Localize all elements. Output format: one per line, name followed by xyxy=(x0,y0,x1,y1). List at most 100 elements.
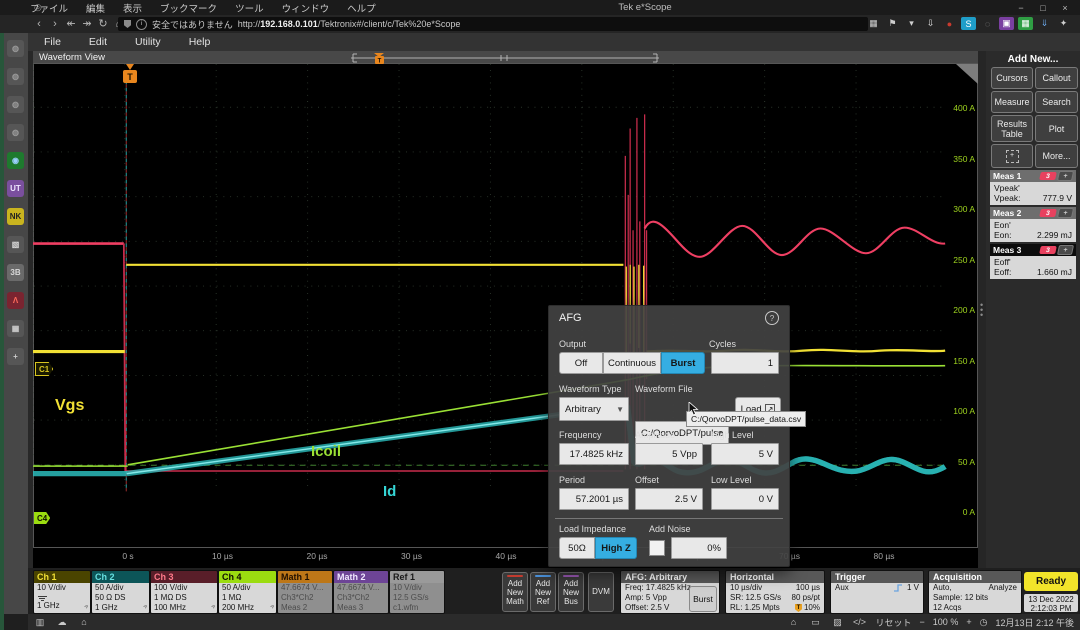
more-button[interactable]: More... xyxy=(1035,144,1078,168)
horizontal-badge[interactable]: Horizontal 10 µs/div100 µs SR: 12.5 GS/s… xyxy=(725,570,825,614)
side-tab-4[interactable]: ◍ xyxy=(7,124,24,141)
menu-edit[interactable]: Edit xyxy=(89,36,107,48)
impedance-50-button[interactable]: 50Ω xyxy=(559,537,595,559)
skype-icon[interactable]: S xyxy=(961,17,976,30)
taskbar-left-icon-2[interactable]: ⌂ xyxy=(76,617,92,627)
drag-handle-icon[interactable]: ••• xyxy=(980,303,983,318)
zoom-corner-handle[interactable] xyxy=(956,64,978,84)
ref1-badge[interactable]: Ref 1 10 V/div12.5 GS/s c1.wfm xyxy=(389,570,445,614)
taskbar-left-icon-1[interactable]: ☁ xyxy=(54,617,70,628)
side-tab-ut[interactable]: UT xyxy=(7,180,24,197)
frequency-input[interactable]: 17.4825 kHz xyxy=(559,443,629,465)
maximize-button[interactable]: □ xyxy=(1032,3,1054,13)
minimize-button[interactable]: − xyxy=(1010,3,1032,13)
ch2-badge[interactable]: Ch 2 50 A/div50 Ω DS 1 GHz» xyxy=(91,570,150,614)
info-icon[interactable]: i xyxy=(136,19,147,30)
side-tab-3b[interactable]: 3B xyxy=(7,264,24,281)
measure-button[interactable]: Measure xyxy=(991,91,1033,113)
taskbar-right-icon-2[interactable]: ▨ xyxy=(830,617,846,628)
zoom-select-button[interactable]: + xyxy=(991,144,1033,168)
download-icon[interactable]: ⇩ xyxy=(923,17,938,30)
save-page-icon[interactable]: ⇓ xyxy=(1037,17,1052,30)
meas1-count-pill[interactable]: 3 xyxy=(1039,172,1057,180)
back-icon[interactable]: ‹ xyxy=(32,16,46,32)
add-new-bus-button[interactable]: AddNewBus xyxy=(558,572,584,612)
browser-menu-1[interactable]: 編集 xyxy=(86,1,105,15)
afg-badge[interactable]: AFG: Arbitrary Freq: 17.4825 kHzAmp: 5 V… xyxy=(620,570,720,614)
taskbar-right-icon-1[interactable]: ▭ xyxy=(808,617,824,628)
high-level-input[interactable]: 5 V xyxy=(711,443,779,465)
caret-down-icon[interactable]: ▾ xyxy=(904,17,919,30)
output-burst-button[interactable]: Burst xyxy=(661,352,705,374)
extension-icon[interactable]: ✦ xyxy=(1056,17,1071,30)
acquisition-minimap[interactable]: T xyxy=(345,52,665,64)
low-level-input[interactable]: 0 V xyxy=(711,488,779,510)
close-button[interactable]: × xyxy=(1054,3,1076,13)
menu-utility[interactable]: Utility xyxy=(135,36,161,48)
browser-menu-3[interactable]: ブックマーク xyxy=(160,1,217,15)
acquisition-badge[interactable]: Acquisition Auto,Analyze Sample: 12 bits… xyxy=(928,570,1022,614)
meas1-add-pill[interactable]: + xyxy=(1057,171,1074,181)
browser-menu-2[interactable]: 表示 xyxy=(123,1,142,15)
browser-menu-4[interactable]: ツール xyxy=(235,1,264,15)
last-page-icon[interactable]: ↠ xyxy=(80,16,94,32)
reload-icon[interactable]: ↻ xyxy=(96,16,110,32)
browser-menu-6[interactable]: ヘルプ xyxy=(347,1,376,15)
meas3-add-pill[interactable]: + xyxy=(1057,245,1074,255)
impedance-highz-button[interactable]: High Z xyxy=(595,537,637,559)
ghost-icon[interactable]: ◌ xyxy=(980,17,995,30)
adblock-icon[interactable]: ● xyxy=(942,17,957,30)
browser-menu-5[interactable]: ウィンドウ xyxy=(282,1,330,15)
bookmark-icon[interactable]: ⚑ xyxy=(885,17,900,30)
ch4-badge[interactable]: Ch 4 50 A/div1 MΩ 200 MHz» xyxy=(218,570,277,614)
menu-help[interactable]: Help xyxy=(189,36,211,48)
meas2-count-pill[interactable]: 3 xyxy=(1039,209,1057,217)
taskbar-left-icon-0[interactable]: ▥ xyxy=(32,617,48,628)
office-icon[interactable]: ▣ xyxy=(999,17,1014,30)
side-tab-3[interactable]: ◍ xyxy=(7,96,24,113)
help-icon[interactable]: ? xyxy=(765,311,779,325)
zoom-in-button[interactable]: + xyxy=(966,617,971,627)
search-button[interactable]: Search xyxy=(1035,91,1078,113)
ch1-badge[interactable]: Ch 1 10 V/div 1 GHz» xyxy=(33,570,91,614)
apps-grid-icon[interactable]: ▦ xyxy=(1018,17,1033,30)
meas3-badge[interactable]: Meas 3 3 + Eoff' Eoff:1.660 mJ xyxy=(990,244,1076,279)
results-table-button[interactable]: Results Table xyxy=(991,115,1033,142)
reset-button[interactable]: リセット xyxy=(876,616,912,629)
ch3-badge[interactable]: Ch 3 100 V/div1 MΩ DS 100 MHz» xyxy=(150,570,218,614)
side-tab-apps[interactable]: ▦ xyxy=(7,320,24,337)
trigger-marker[interactable]: T xyxy=(123,70,137,83)
menu-file[interactable]: File xyxy=(44,36,61,48)
meas3-count-pill[interactable]: 3 xyxy=(1039,246,1057,254)
noise-percent-input[interactable]: 0% xyxy=(671,537,727,559)
url-text[interactable]: http://192.168.0.101/Tektronix#/client/c… xyxy=(238,19,461,29)
period-input[interactable]: 57.2001 µs xyxy=(559,488,629,510)
output-continuous-button[interactable]: Continuous xyxy=(603,352,661,374)
amplitude-input[interactable]: 5 Vpp xyxy=(635,443,703,465)
forward-icon[interactable]: › xyxy=(48,16,62,32)
side-tab-tek-scope[interactable]: ◉ xyxy=(7,152,24,169)
offset-input[interactable]: 2.5 V xyxy=(635,488,703,510)
math1-badge[interactable]: Math 1 47.6674 V...Ch3*Ch2 Meas 2 xyxy=(277,570,333,614)
panel-divider[interactable]: ••• xyxy=(978,51,986,568)
callout-button[interactable]: Callout xyxy=(1035,67,1078,89)
meas2-badge[interactable]: Meas 2 3 + Eon' Eon:2.299 mJ xyxy=(990,207,1076,242)
meas2-add-pill[interactable]: + xyxy=(1057,208,1074,218)
waveform-type-dropdown[interactable]: Arbitrary▼ xyxy=(559,397,629,421)
trigger-badge[interactable]: Trigger Aux 1 V xyxy=(830,570,924,614)
afg-burst-button[interactable]: Burst xyxy=(689,586,717,612)
browser-menu-0[interactable]: ファイル xyxy=(30,1,68,15)
side-tab-1[interactable]: ◍ xyxy=(7,40,24,57)
first-page-icon[interactable]: ↞ xyxy=(64,16,78,32)
side-tab-add[interactable]: + xyxy=(7,348,24,365)
math2-badge[interactable]: Math 2 47.6674 V...Ch3*Ch2 Meas 3 xyxy=(333,570,389,614)
add-noise-checkbox[interactable] xyxy=(649,540,665,556)
dvm-button[interactable]: DVM xyxy=(588,572,614,612)
side-tab-2[interactable]: ◍ xyxy=(7,68,24,85)
side-tab-snip[interactable]: ▧ xyxy=(7,236,24,253)
cursors-button[interactable]: Cursors xyxy=(991,67,1033,89)
add-new-ref-button[interactable]: AddNewRef xyxy=(530,572,556,612)
side-tab-a[interactable]: Λ xyxy=(7,292,24,309)
add-new-math-button[interactable]: AddNewMath xyxy=(502,572,528,612)
output-off-button[interactable]: Off xyxy=(559,352,603,374)
